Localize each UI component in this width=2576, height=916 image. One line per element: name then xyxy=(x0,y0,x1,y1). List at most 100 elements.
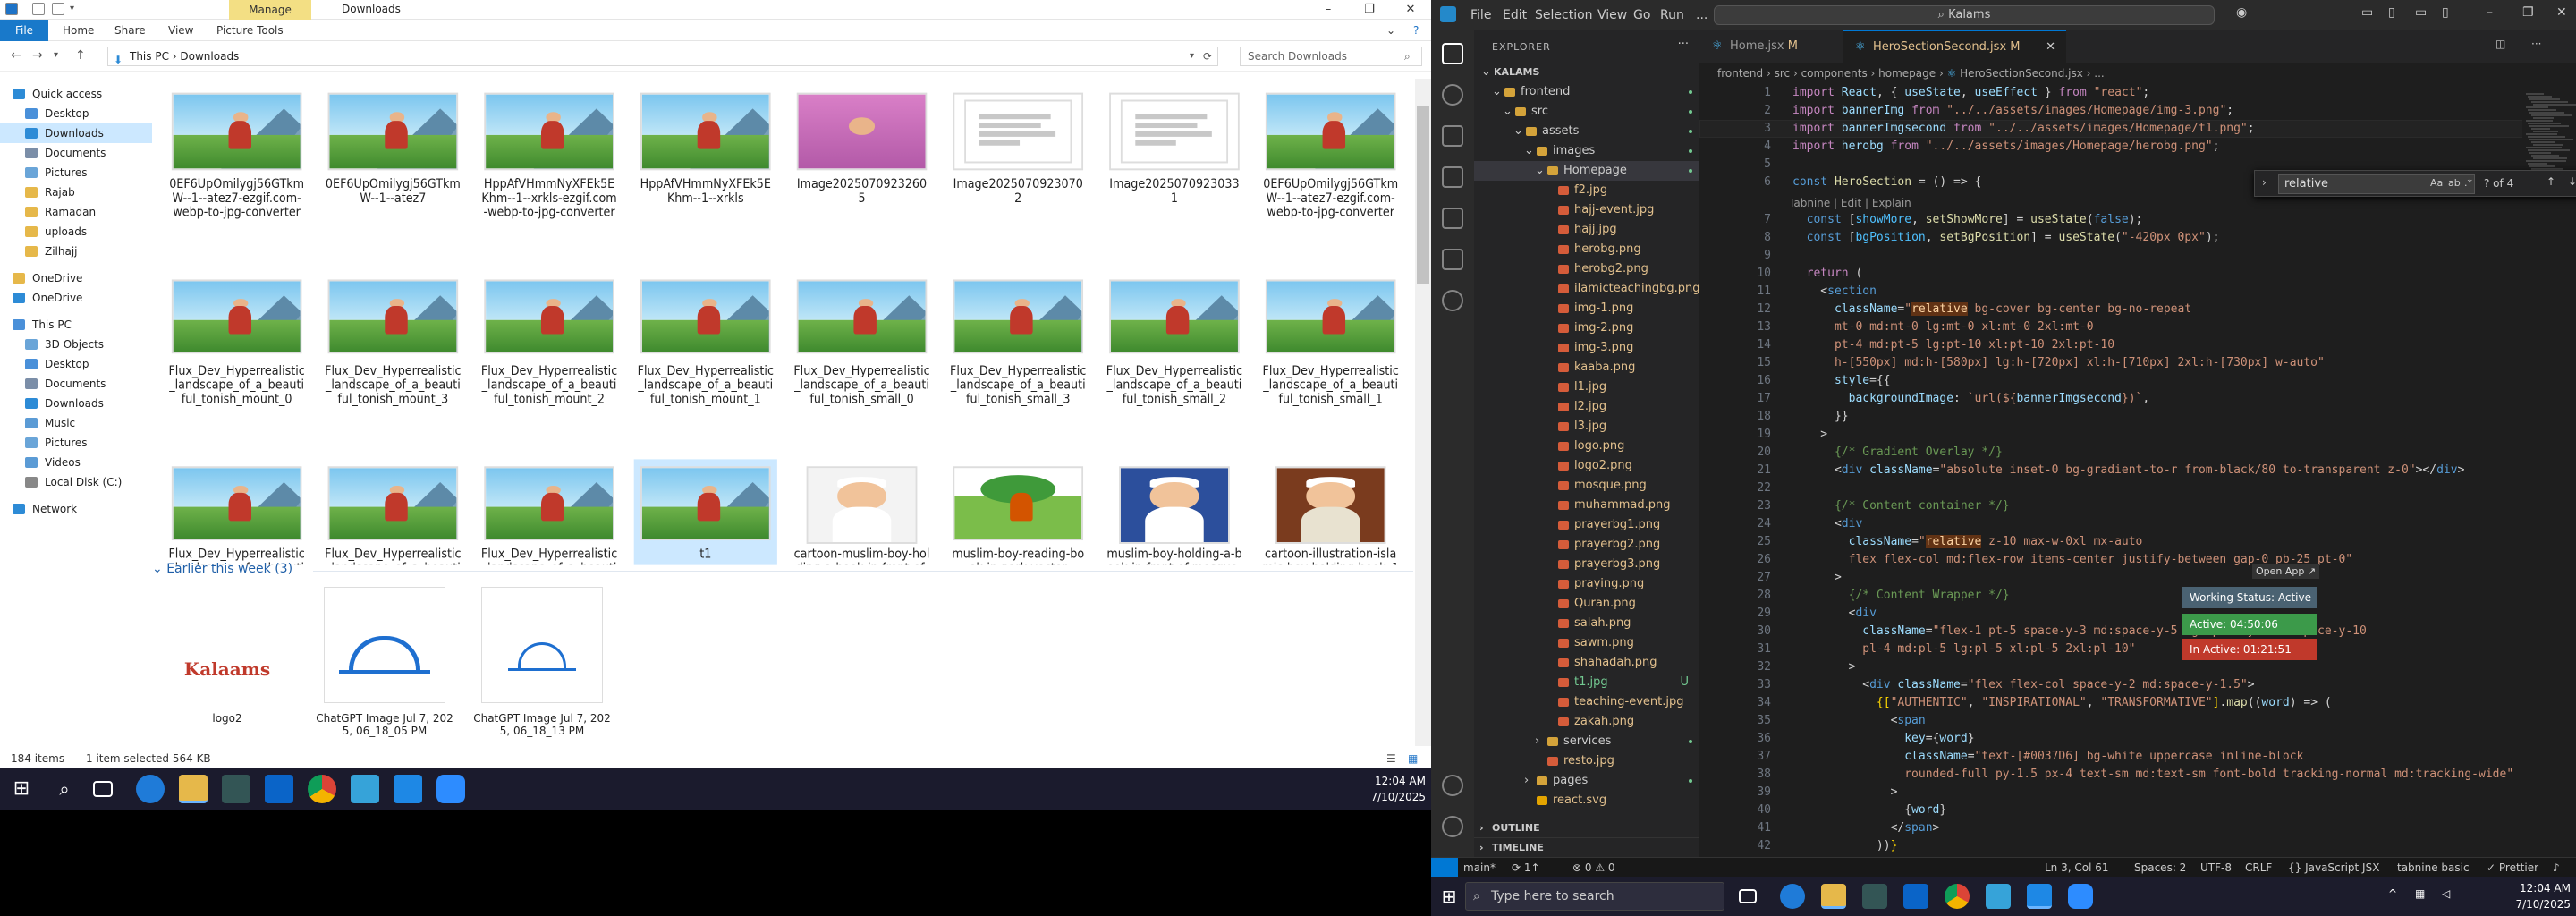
tabnine-icon[interactable] xyxy=(1442,290,1463,311)
encoding[interactable]: UTF-8 xyxy=(2200,858,2232,878)
tree-item[interactable]: l2.jpg xyxy=(1474,397,1699,417)
tree-item[interactable]: Quran.png xyxy=(1474,594,1699,614)
nav-item[interactable]: Desktop xyxy=(0,104,152,123)
nav-item[interactable]: Pictures xyxy=(0,433,152,453)
code-line[interactable]: <div xyxy=(1792,515,1862,533)
recent-dropdown-icon[interactable]: ▾ xyxy=(54,50,58,60)
breadcrumb-frontend[interactable]: frontend xyxy=(1717,67,1763,80)
problems-count[interactable]: ⊗ 0 ⚠ 0 xyxy=(1572,858,1615,878)
breadcrumb-components[interactable]: components xyxy=(1801,67,1868,80)
tree-item[interactable]: prayerbg1.png xyxy=(1474,515,1699,535)
tree-item[interactable]: zakah.png xyxy=(1474,712,1699,732)
tree-item[interactable]: ilamicteachingbg.png xyxy=(1474,279,1700,299)
nav-item[interactable]: Documents xyxy=(0,374,152,394)
file-tile[interactable]: muslim-boy-holding-a-book-in-front-of-mo… xyxy=(1103,459,1246,565)
tree-item[interactable]: ⌄ assets xyxy=(1474,122,1699,141)
code-line[interactable]: {word} xyxy=(1792,802,1946,819)
tree-item[interactable]: herobg2.png xyxy=(1474,259,1699,279)
code-line[interactable]: {["AUTHENTIC", "INSPIRATIONAL", "TRANSFO… xyxy=(1792,694,2332,712)
tree-item[interactable]: salah.png xyxy=(1474,614,1699,633)
code-line[interactable]: {/* Content container */} xyxy=(1792,497,2010,515)
cursor-position[interactable]: Ln 3, Col 61 xyxy=(2045,858,2109,878)
chrome-icon[interactable] xyxy=(1945,884,1970,909)
edge-icon[interactable] xyxy=(1780,884,1805,909)
sync-status[interactable]: ⟳ 1↑ xyxy=(1512,858,1540,878)
nav-item[interactable]: 3D Objects xyxy=(0,335,152,354)
tree-item[interactable]: › services xyxy=(1474,732,1699,751)
app-icon[interactable] xyxy=(1986,884,2011,909)
tab-home-jsx[interactable]: ⚛ Home.jsx M xyxy=(1699,30,1843,63)
menu-file[interactable]: File xyxy=(1470,8,1491,22)
outline-section[interactable]: › OUTLINE xyxy=(1474,818,1699,837)
file-tile[interactable]: muslim-boy-reading-book-in-park-vector xyxy=(946,459,1089,565)
notifications-bell-icon[interactable]: ♪ xyxy=(2553,858,2560,878)
search-input[interactable]: Search Downloads xyxy=(1240,47,1422,66)
file-tile[interactable]: HppAfVHmmNyXFEk5EKhm--1--xrkls xyxy=(634,86,777,269)
tab-home[interactable]: Home xyxy=(54,20,103,41)
code-line[interactable]: style={{ xyxy=(1792,372,1891,390)
nav-item[interactable]: OneDrive xyxy=(0,288,152,308)
tree-item[interactable]: ⌄ KALAMS xyxy=(1474,63,1699,82)
tab-view[interactable]: View xyxy=(159,20,202,41)
tab-picture-tools[interactable]: Picture Tools xyxy=(208,20,292,41)
extensions-icon[interactable] xyxy=(1442,208,1463,229)
command-center-search[interactable]: ⌕ Kalams xyxy=(1714,5,2215,25)
tab-share[interactable]: Share xyxy=(106,20,155,41)
code-line[interactable]: className="text-[#0037D6] bg-white upper… xyxy=(1792,748,2303,766)
git-branch[interactable]: main* xyxy=(1463,858,1496,878)
tree-item[interactable]: herobg.png xyxy=(1474,240,1699,259)
tree-item[interactable]: img-2.png xyxy=(1474,318,1699,338)
code-line[interactable]: {/* Content Wrapper */} xyxy=(1792,587,2010,605)
remote-explorer-icon[interactable] xyxy=(1442,249,1463,270)
tree-item[interactable]: ⌄ src xyxy=(1474,102,1699,122)
zoom-icon[interactable] xyxy=(2068,884,2093,909)
code-editor[interactable]: 1 2 3 4 5 6 7 8 9 10 11 12 13 14 15 16 17 18 19 20 21 22 23 24 2… xyxy=(1699,84,2576,857)
code-line[interactable]: ))} xyxy=(1792,837,1898,855)
nav-item[interactable]: Ramadan xyxy=(0,202,152,222)
quick-access-dropdown-icon[interactable]: ▾ xyxy=(70,3,82,15)
tab-herosectionsecond-jsx[interactable]: ⚛ HeroSectionSecond.jsx M ✕ xyxy=(1843,30,2066,63)
file-tile[interactable]: ChatGPT Image Jul 7, 2025, 06_18_13 PM xyxy=(469,581,615,742)
code-line[interactable]: import bannerImg from "../../assets/imag… xyxy=(1792,102,2233,120)
toggle-panel-icon[interactable]: ▭ xyxy=(2415,5,2427,20)
run-debug-icon[interactable] xyxy=(1442,166,1463,188)
code-line[interactable]: import React, { useState, useEffect } fr… xyxy=(1792,84,2149,102)
timeline-section[interactable]: › TIMELINE xyxy=(1474,837,1699,857)
code-line[interactable]: pl-4 md:pl-5 lg:pl-5 xl:pl-5 2xl:pl-10" xyxy=(1792,640,2135,658)
explorer-icon[interactable] xyxy=(1442,43,1463,64)
account-icon[interactable] xyxy=(1442,775,1463,796)
tree-item[interactable]: prayerbg3.png xyxy=(1474,555,1699,574)
code-line[interactable]: const [showMore, setShowMore] = useState… xyxy=(1792,211,2143,229)
task-view-icon[interactable] xyxy=(1739,889,1757,903)
file-tile[interactable]: Flux_Dev_Hyperrealistic_landscape_of_a_b… xyxy=(790,273,933,456)
code-line[interactable]: backgroundImage: `url(${bannerImgsecond}… xyxy=(1792,390,2150,408)
file-tile[interactable]: Image20250709230331 xyxy=(1103,86,1246,269)
start-windows-icon[interactable]: ⊞ xyxy=(1436,884,1462,909)
nav-item[interactable]: Downloads xyxy=(0,394,152,413)
file-tile[interactable]: Flux_Dev_Hyperrealistic_landscape_of_a_b… xyxy=(946,273,1089,456)
nav-item[interactable]: Pictures xyxy=(0,163,152,182)
menu-go[interactable]: Go xyxy=(1633,8,1650,22)
tree-item[interactable]: img-3.png xyxy=(1474,338,1699,358)
split-editor-icon[interactable]: ◫ xyxy=(2496,38,2505,50)
file-tile[interactable]: t1 xyxy=(633,459,777,565)
tree-item[interactable]: kaaba.png xyxy=(1474,358,1699,377)
task-view-icon[interactable] xyxy=(93,781,113,797)
code-line[interactable]: import herobg from "../../assets/images/… xyxy=(1792,138,2219,156)
menu-run[interactable]: Run xyxy=(1660,8,1684,22)
layout-icon[interactable]: ▭ xyxy=(2361,5,2373,20)
close-tab-icon[interactable]: ✕ xyxy=(2046,31,2055,64)
breadcrumb-this-pc[interactable]: This PC xyxy=(130,50,169,63)
nav-item[interactable]: Desktop xyxy=(0,354,152,374)
file-tile[interactable]: Kalaams logo2 xyxy=(154,581,301,742)
file-explorer-icon[interactable] xyxy=(179,775,208,803)
tree-item[interactable]: react.svg xyxy=(1474,791,1699,810)
ribbon-collapse-icon[interactable]: ⌄ xyxy=(1377,20,1404,41)
minimap[interactable] xyxy=(2522,84,2576,857)
tree-item[interactable]: t1.jpg U xyxy=(1474,673,1699,692)
file-tile[interactable]: cartoon-illustration-islamic-boy-holding… xyxy=(1259,459,1402,565)
code-line[interactable]: <span xyxy=(1792,712,1926,730)
more-actions-icon[interactable]: ··· xyxy=(1678,38,1689,51)
outlook-icon[interactable] xyxy=(265,775,293,803)
file-tile[interactable]: 0EF6UpOmilygj56GTkmW--1--atez7-ezgif.com… xyxy=(1259,86,1402,269)
